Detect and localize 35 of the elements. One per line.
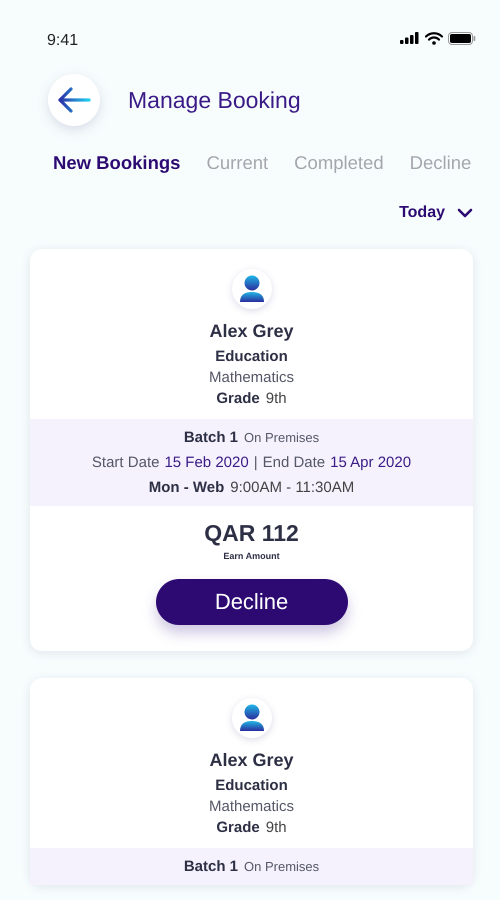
subject-text: Mathematics <box>208 369 294 386</box>
user-icon <box>238 275 264 303</box>
start-date: 15 Feb 2020 <box>164 454 249 471</box>
earn-amount: QAR 112 <box>204 520 299 547</box>
grade-label: Grade <box>216 390 260 407</box>
page-title: Manage Booking <box>128 86 301 114</box>
class-time: 9:00AM - 11:30AM <box>230 479 354 496</box>
end-date: 15 Apr 2020 <box>330 454 412 471</box>
earn-amount-label: Earn Amount <box>223 551 280 561</box>
batch-mode: On Premises <box>244 430 320 445</box>
date-separator: | <box>254 454 258 471</box>
category-label: Education <box>215 348 288 365</box>
battery-icon <box>448 32 476 44</box>
status-time: 9:41 <box>47 32 78 50</box>
end-date-label: End Date <box>262 454 326 471</box>
tutor-name: Alex Grey <box>209 321 294 342</box>
back-arrow-icon <box>57 87 91 113</box>
class-days: Mon - Web <box>148 479 224 496</box>
user-icon <box>238 704 264 732</box>
grade-value: 9th <box>266 390 287 407</box>
wifi-icon <box>425 32 443 44</box>
tab[interactable]: New Bookings <box>53 152 180 174</box>
batch-mode: On Premises <box>244 859 320 874</box>
grade-label: Grade <box>216 819 260 836</box>
batch-label: Batch 1 <box>184 429 238 446</box>
category-label: Education <box>215 777 288 794</box>
subject-text: Mathematics <box>208 798 294 815</box>
tutor-name: Alex Grey <box>209 750 294 771</box>
signal-icon <box>400 32 420 44</box>
date-filter-dropdown[interactable]: Today <box>399 204 473 222</box>
start-date-label: Start Date <box>92 454 160 471</box>
chevron-down-icon <box>457 208 473 218</box>
decline-button[interactable]: Decline <box>156 579 348 625</box>
grade-value: 9th <box>266 819 287 836</box>
batch-label: Batch 1 <box>184 858 238 875</box>
